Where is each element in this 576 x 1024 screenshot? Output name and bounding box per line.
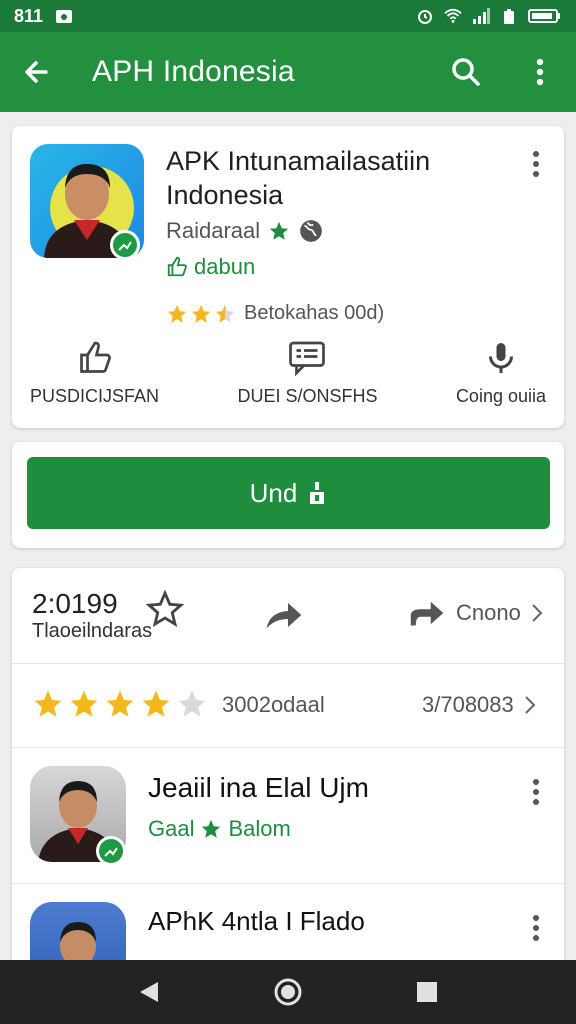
details-card: 2:0199 Tlaoeilndaras Cnono 3002odaal 3/7… xyxy=(12,568,564,988)
star-badge-icon xyxy=(202,819,221,838)
verified-badge-icon xyxy=(110,230,140,260)
rating-line: Betokahas 00d) xyxy=(166,302,384,325)
globe-icon xyxy=(300,220,323,242)
action-mic[interactable]: Coing ouiia xyxy=(456,340,546,407)
action-thumb-up[interactable]: PUSDICIJSFAN xyxy=(30,340,159,407)
open-link[interactable]: Cnono xyxy=(408,598,543,628)
app-detail-card: APK Intunamailasatiin Indonesia Raidaraa… xyxy=(12,126,564,428)
stat-subtitle: Tlaoeilndaras xyxy=(32,620,153,642)
more-vert-icon xyxy=(533,915,539,941)
nav-recents-icon xyxy=(416,982,437,1002)
list-item-subtitle: Gaal Balom xyxy=(148,816,291,842)
star-icon xyxy=(167,304,187,323)
app-title: APK Intunamailasatiin Indonesia xyxy=(166,146,431,210)
alarm-icon xyxy=(418,10,432,24)
nav-back-icon xyxy=(140,982,159,1002)
back-arrow-icon xyxy=(25,61,48,83)
chevron-right-icon xyxy=(532,604,543,622)
nav-back-button[interactable] xyxy=(127,970,171,1014)
install-label: Und xyxy=(249,477,298,508)
thumb-up-icon xyxy=(79,341,111,373)
system-nav-bar xyxy=(0,960,576,1024)
action-message[interactable]: DUEI S/ONSFHS xyxy=(237,340,378,407)
list-item-sub-b: Balom xyxy=(228,816,291,841)
stats-row: 2:0199 Tlaoeilndaras Cnono xyxy=(12,568,564,664)
search-icon xyxy=(452,58,480,86)
developer-line: Raidaraal xyxy=(166,218,324,244)
list-item-sub-a: Gaal xyxy=(148,816,195,841)
action-label: Coing ouiia xyxy=(455,386,546,406)
star-outline-icon[interactable] xyxy=(146,590,184,628)
search-button[interactable] xyxy=(444,50,488,94)
star-badge-icon xyxy=(270,221,289,240)
chevron-right-icon xyxy=(525,696,536,714)
app-action-row: PUSDICIJSFAN DUEI S/ONSFHS Coing ouiia xyxy=(12,340,564,407)
rating-total: 3/708083 xyxy=(422,692,536,718)
more-vert-icon xyxy=(533,151,539,177)
wifi-icon xyxy=(444,8,462,23)
status-time: 811 xyxy=(14,5,44,26)
star-half-icon xyxy=(215,304,235,323)
back-button[interactable] xyxy=(14,50,58,94)
list-item-more-button[interactable] xyxy=(524,774,548,810)
list-item[interactable]: Jeaiil ina Elal Ujm Gaal Balom xyxy=(12,748,564,884)
mic-icon xyxy=(488,343,513,373)
nav-recents-button[interactable] xyxy=(405,970,449,1014)
developer-name[interactable]: Raidaraal xyxy=(166,218,260,244)
rating-row-stars xyxy=(32,688,208,720)
install-button[interactable]: Und xyxy=(27,457,550,529)
star-icon xyxy=(70,690,98,717)
rating-text: Betokahas 00d) xyxy=(244,302,385,324)
overflow-menu-button[interactable] xyxy=(518,50,562,94)
forward-icon xyxy=(410,601,444,626)
rating-stars xyxy=(166,303,236,325)
like-text: dabun xyxy=(194,254,256,279)
star-icon xyxy=(34,690,62,717)
list-item-title: Jeaiil ina Elal Ujm xyxy=(148,772,369,803)
signal-icon xyxy=(473,8,490,24)
stat-number: 2:0199 xyxy=(32,588,118,619)
action-label: PUSDICIJSFAN xyxy=(30,386,160,406)
app-more-button[interactable] xyxy=(524,146,548,182)
like-line: dabun xyxy=(166,254,255,280)
star-empty-icon xyxy=(178,690,206,717)
download-icon xyxy=(310,482,325,504)
list-item-title: APhK 4ntla I Flado xyxy=(148,906,365,936)
list-item-more-button[interactable] xyxy=(524,910,548,946)
battery-icon xyxy=(528,9,560,23)
nav-home-button[interactable] xyxy=(266,970,310,1014)
app-bar: APH Indonesia xyxy=(0,32,576,112)
rating-count: 3002odaal xyxy=(222,692,325,717)
message-icon xyxy=(289,341,326,376)
more-vert-icon xyxy=(533,779,539,805)
share-icon[interactable] xyxy=(264,598,304,632)
verified-badge-icon xyxy=(96,836,126,866)
install-card: Und xyxy=(12,442,564,548)
rating-total-value: 3/708083 xyxy=(422,692,514,717)
star-icon xyxy=(142,690,170,717)
page-title: APH Indonesia xyxy=(92,55,295,88)
star-icon xyxy=(191,304,211,323)
rating-row[interactable]: 3002odaal 3/708083 xyxy=(12,664,564,748)
battery-saver-icon xyxy=(504,9,514,24)
status-bar: 811 xyxy=(0,0,576,32)
nav-home-icon xyxy=(274,978,302,1006)
thumb-up-outline-icon xyxy=(167,256,187,277)
action-label: DUEI S/ONSFHS xyxy=(237,386,378,406)
star-icon xyxy=(106,690,134,717)
more-vert-icon xyxy=(536,58,544,86)
notification-icon xyxy=(56,10,73,23)
open-label: Cnono xyxy=(456,600,521,625)
